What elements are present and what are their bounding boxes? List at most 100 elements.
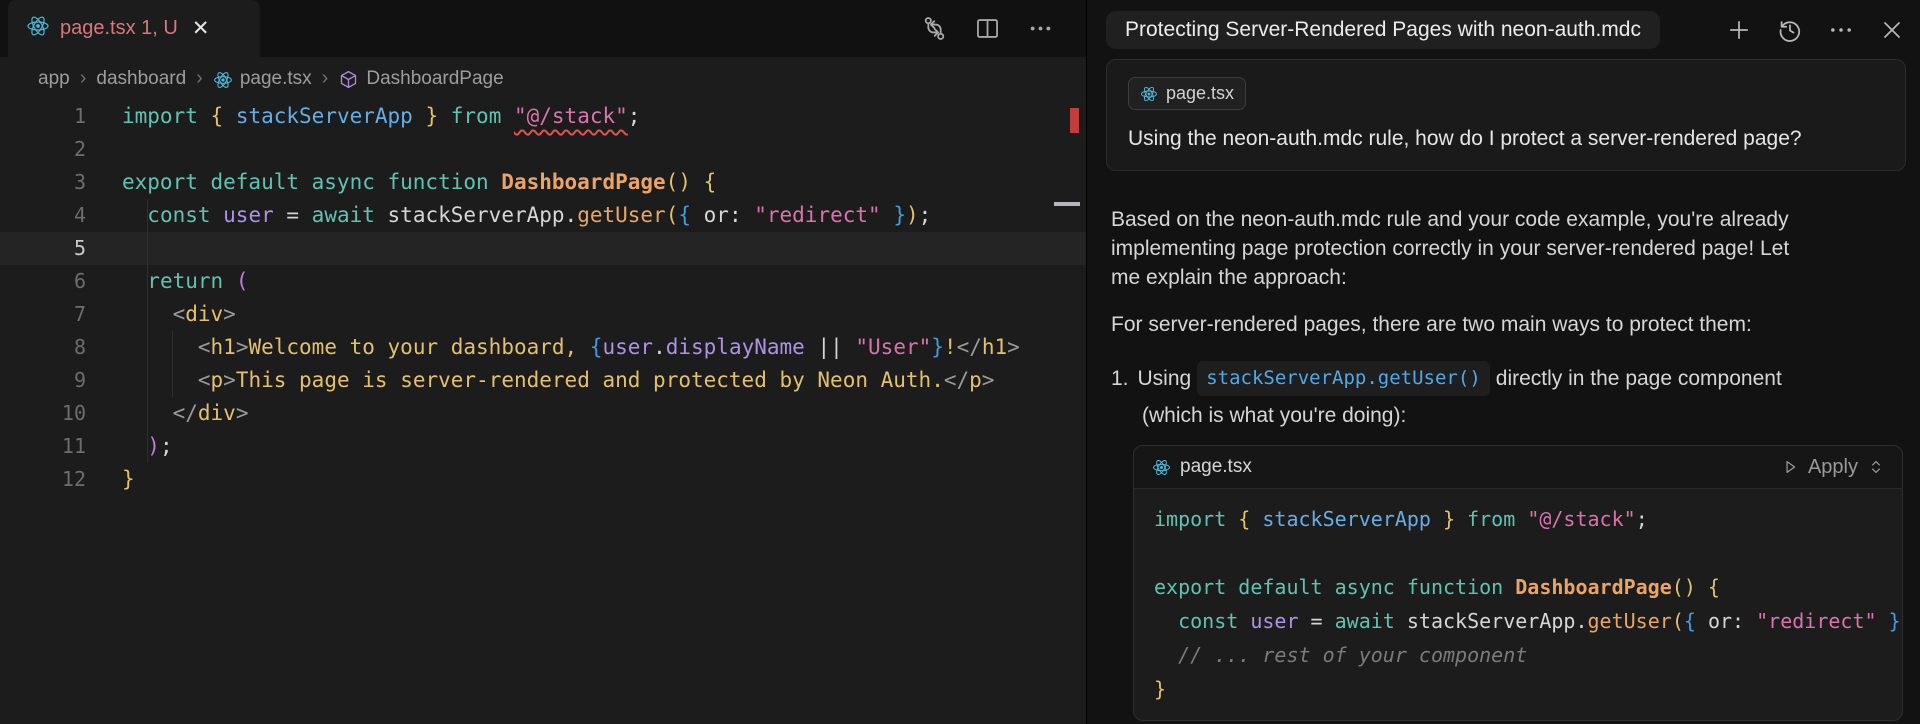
- code-line[interactable]: 7 <div>: [0, 298, 1086, 331]
- apply-button[interactable]: Apply: [1808, 456, 1858, 479]
- code-token: return: [147, 269, 236, 293]
- react-file-icon: [213, 70, 233, 90]
- user-question-text: Using the neon-auth.mdc rule, how do I p…: [1128, 127, 1884, 151]
- code-token: from: [1467, 507, 1527, 531]
- indent-guide: [147, 199, 148, 463]
- editor-pane: page.tsx 1, U ✕: [0, 0, 1086, 724]
- code-token: from: [451, 104, 514, 128]
- code-token: [1154, 609, 1178, 633]
- code-token: (: [1672, 609, 1684, 633]
- line-number: 8: [0, 331, 86, 364]
- code-block-line: import { stackServerApp } from "@/stack"…: [1154, 502, 1902, 536]
- code-line[interactable]: 12}: [0, 463, 1086, 496]
- code-token: }: [931, 335, 944, 359]
- breadcrumb-dashboard[interactable]: dashboard: [96, 68, 186, 90]
- line-number: 10: [0, 397, 86, 430]
- user-message-card: page.tsx Using the neon-auth.mdc rule, h…: [1106, 59, 1906, 171]
- code-line[interactable]: 8 <h1>Welcome to your dashboard, {user.d…: [0, 331, 1086, 364]
- tab-page-tsx[interactable]: page.tsx 1, U ✕: [8, 0, 260, 57]
- code-token: {: [704, 170, 717, 194]
- symbol-cube-icon: [338, 69, 359, 90]
- breadcrumb-separator: ›: [322, 67, 329, 90]
- code-token: ;: [160, 434, 173, 458]
- code-token: (: [236, 269, 249, 293]
- code-token: [122, 269, 147, 293]
- code-token: ): [147, 434, 160, 458]
- code-token: import: [122, 104, 211, 128]
- code-token: Welcome to your dashboard,: [248, 335, 589, 359]
- code-token: p: [211, 368, 224, 392]
- breadcrumb-page-tsx[interactable]: page.tsx: [240, 68, 312, 90]
- close-tab-icon[interactable]: ✕: [192, 18, 210, 39]
- chat-title[interactable]: Protecting Server-Rendered Pages with ne…: [1106, 11, 1660, 49]
- code-line[interactable]: 5: [0, 232, 1086, 265]
- code-line-content: export default async function DashboardP…: [122, 166, 716, 199]
- inline-code[interactable]: stackServerApp.getUser(): [1197, 361, 1490, 396]
- assistant-response: Based on the neon-auth.mdc rule and your…: [1111, 205, 1906, 430]
- breadcrumb-app[interactable]: app: [38, 68, 70, 90]
- code-token: }: [413, 104, 451, 128]
- file-chip-label: page.tsx: [1166, 83, 1234, 104]
- close-panel-button[interactable]: [1878, 16, 1906, 44]
- code-token: {: [1708, 575, 1720, 599]
- code-token: [122, 203, 147, 227]
- breadcrumb-separator: ›: [196, 67, 203, 90]
- new-chat-button[interactable]: [1725, 16, 1753, 44]
- code-line-content: const user = await stackServerApp.getUse…: [122, 199, 931, 232]
- expand-collapse-icon[interactable]: [1866, 457, 1886, 477]
- code-token: [122, 335, 198, 359]
- code-token: displayName: [666, 335, 805, 359]
- code-token: </: [944, 368, 969, 392]
- numbered-list-item: 1. Using stackServerApp.getUser() direct…: [1111, 361, 1906, 396]
- history-button[interactable]: [1776, 16, 1804, 44]
- code-token: "@/stack": [514, 104, 628, 128]
- code-token: >: [223, 302, 236, 326]
- code-line[interactable]: 3 export default async function Dashboard…: [0, 166, 1086, 199]
- code-line[interactable]: 6 return (: [0, 265, 1086, 298]
- code-token: export default async function: [1154, 575, 1515, 599]
- code-line[interactable]: 2: [0, 133, 1086, 166]
- chat-panel: Protecting Server-Rendered Pages with ne…: [1086, 0, 1920, 724]
- code-token: "@/stack": [1527, 507, 1635, 531]
- code-token: getUser: [1588, 609, 1672, 633]
- code-token: ): [906, 203, 919, 227]
- editor-more-actions-button[interactable]: [1027, 15, 1054, 42]
- code-token: h1: [211, 335, 236, 359]
- code-token: </: [957, 335, 982, 359]
- code-token: ||: [805, 335, 856, 359]
- response-paragraph: Based on the neon-auth.mdc rule and your…: [1111, 205, 1801, 292]
- code-token: h1: [982, 335, 1007, 359]
- code-line[interactable]: 11 );: [0, 430, 1086, 463]
- chat-header: Protecting Server-Rendered Pages with ne…: [1087, 0, 1920, 49]
- code-line[interactable]: 10 </div>: [0, 397, 1086, 430]
- code-token: }: [1154, 677, 1166, 701]
- open-changes-button[interactable]: [921, 15, 948, 42]
- code-line-content: import { stackServerApp } from "@/stack"…: [122, 100, 640, 133]
- code-token: DashboardPage: [501, 170, 665, 194]
- code-token: ;: [919, 203, 932, 227]
- app-window: page.tsx 1, U ✕: [0, 0, 1920, 724]
- code-token: "User": [855, 335, 931, 359]
- code-token: stackServerApp: [236, 104, 413, 128]
- code-line[interactable]: 4 const user = await stackServerApp.getU…: [0, 199, 1086, 232]
- code-token: =: [274, 203, 312, 227]
- code-token: p: [969, 368, 982, 392]
- list-number: 1.: [1111, 364, 1129, 393]
- code-token: export default async function: [122, 170, 501, 194]
- line-number: 1: [0, 100, 86, 133]
- code-line[interactable]: 9 <p>This page is server-rendered and pr…: [0, 364, 1086, 397]
- code-token: user: [1250, 609, 1298, 633]
- code-editor[interactable]: 1 import { stackServerApp } from "@/stack…: [0, 100, 1086, 496]
- code-line[interactable]: 1 import { stackServerApp } from "@/stack…: [0, 100, 1086, 133]
- breadcrumb-symbol[interactable]: DashboardPage: [366, 68, 503, 90]
- code-block-filename: page.tsx: [1180, 456, 1252, 478]
- line-number: 3: [0, 166, 86, 199]
- code-block-body: import { stackServerApp } from "@/stack"…: [1134, 489, 1902, 720]
- code-token: ;: [628, 104, 641, 128]
- file-context-chip[interactable]: page.tsx: [1128, 77, 1246, 110]
- chat-more-options-button[interactable]: [1827, 16, 1855, 44]
- split-editor-button[interactable]: [974, 15, 1001, 42]
- code-block-header: page.tsx Apply: [1134, 446, 1902, 489]
- code-token: await: [312, 203, 388, 227]
- code-token: {: [1684, 609, 1696, 633]
